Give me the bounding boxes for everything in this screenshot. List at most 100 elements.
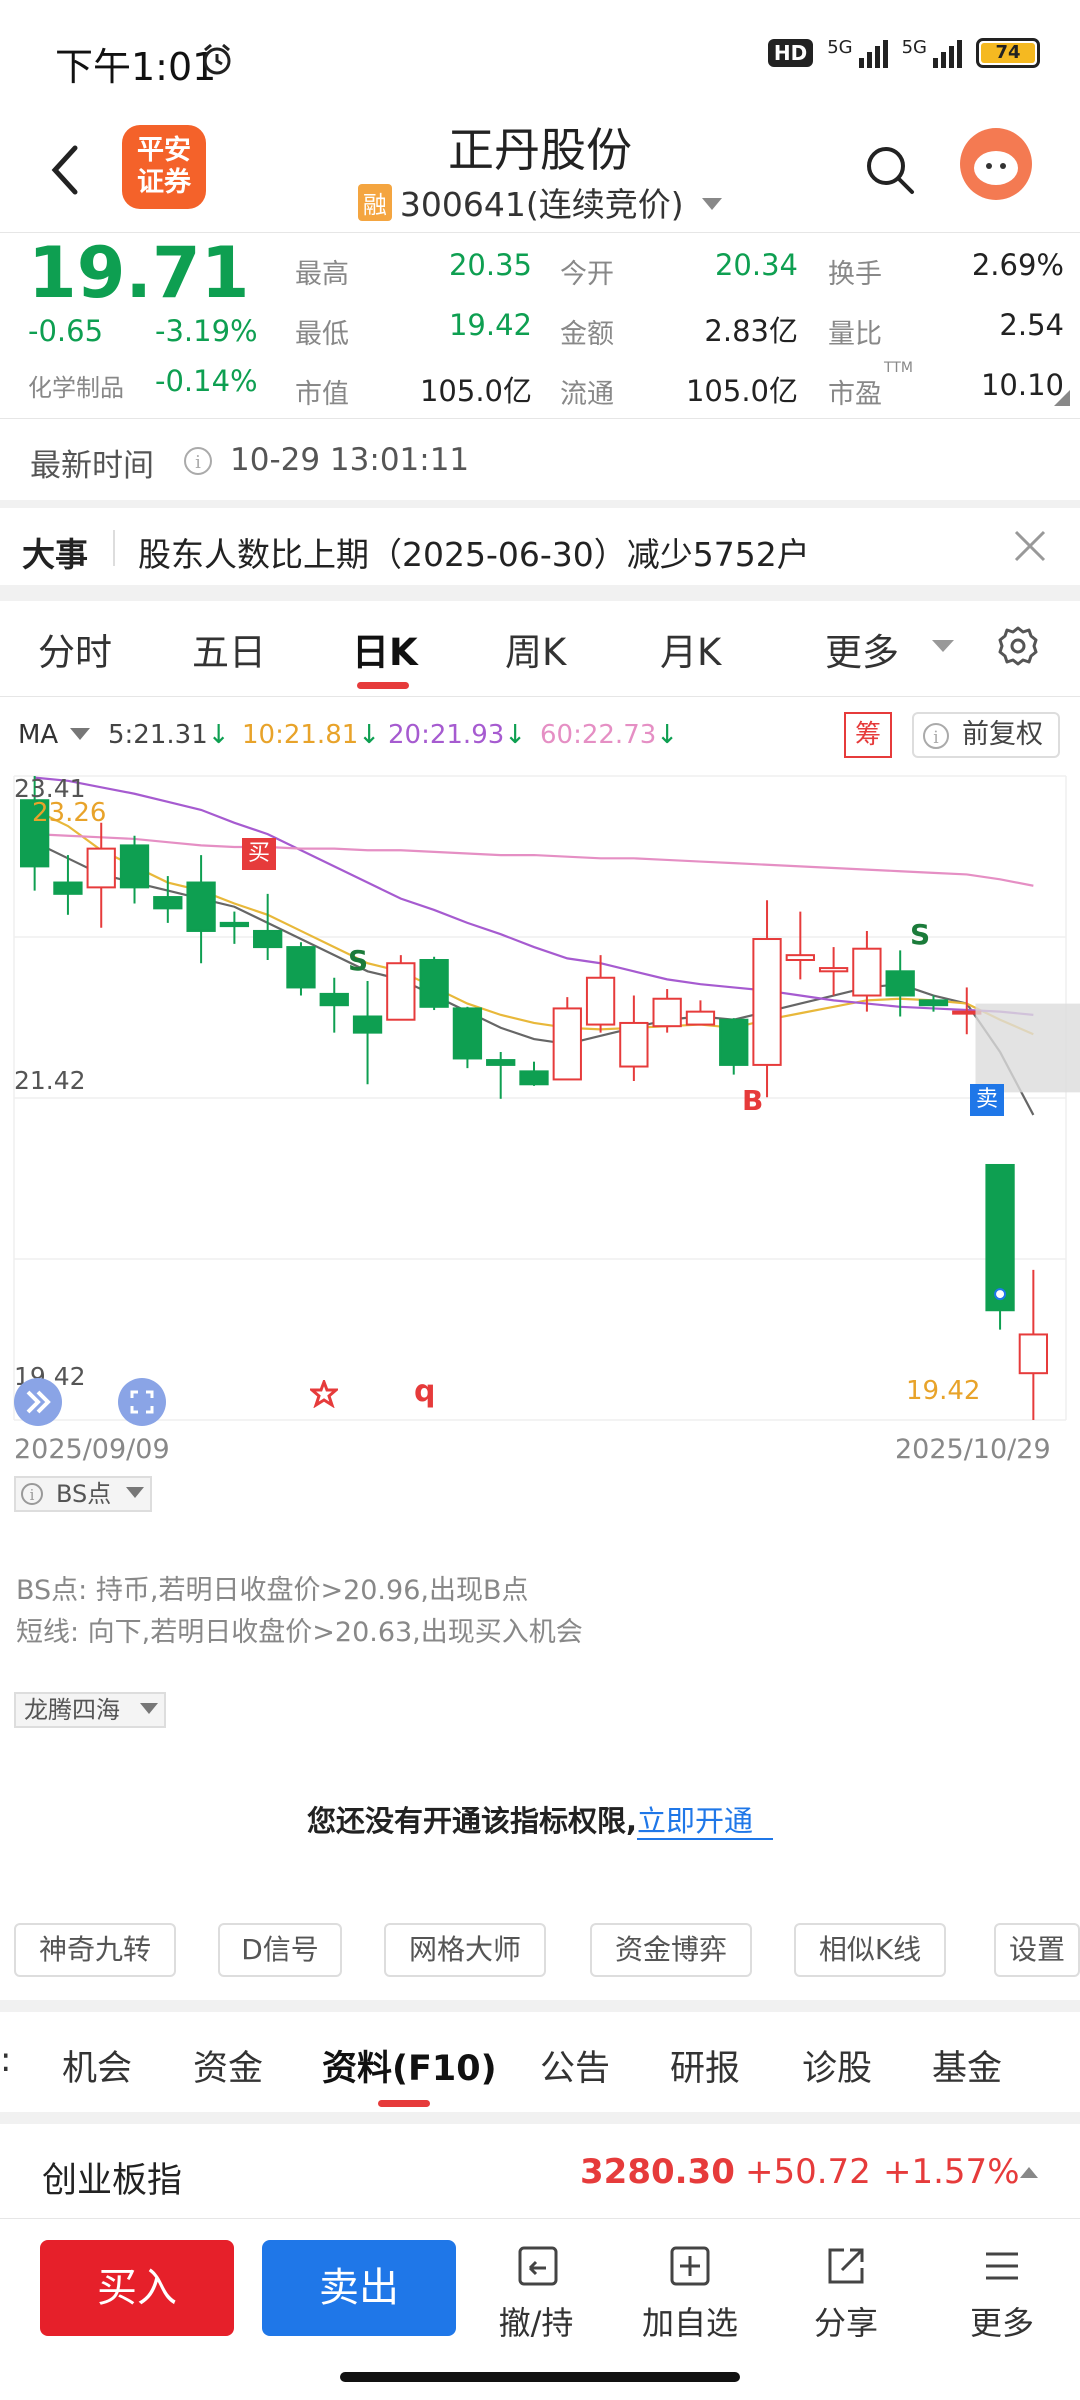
info-tab-partial[interactable]: : — [0, 2040, 11, 2080]
stock-code-row[interactable]: 融 300641(连续竞价) — [0, 178, 1080, 226]
info-tab-funds-holdings[interactable]: 基金 — [932, 2040, 1002, 2091]
share-label: 分享 — [813, 2304, 878, 2342]
share-icon — [828, 2248, 864, 2284]
candle — [752, 900, 782, 1098]
candle — [619, 995, 649, 1082]
star-marker-icon — [310, 1380, 338, 1408]
section-gap — [0, 2112, 1080, 2124]
stock-code: 300641 — [399, 185, 526, 224]
alarm-icon — [203, 43, 231, 75]
tab-intraday[interactable]: 分时 — [38, 622, 112, 676]
ma20-line — [34, 776, 1034, 1016]
sector-label[interactable]: 化学制品 — [28, 368, 124, 403]
candle — [386, 955, 416, 1021]
candle — [486, 1052, 516, 1099]
candle-body — [685, 1010, 716, 1026]
turnover-value: 2.69% — [971, 248, 1064, 282]
share-button[interactable]: 分享 — [796, 2244, 896, 2348]
home-indicator[interactable] — [340, 2372, 740, 2382]
chip-button[interactable]: 筹 — [844, 712, 892, 758]
margin-badge: 融 — [357, 184, 392, 221]
battery-level: 74 — [981, 43, 1035, 63]
avatar[interactable] — [960, 128, 1032, 200]
open-permission-link[interactable]: 立即开通 — [637, 1804, 774, 1840]
candle — [219, 911, 250, 944]
ma-label[interactable]: MA — [18, 720, 58, 750]
cancel-hold-label: 撤/持 — [498, 2304, 574, 2342]
cancel-order-icon — [518, 2246, 558, 2286]
kline-chart[interactable] — [0, 770, 1080, 1480]
open-value: 20.34 — [714, 248, 798, 282]
candle — [452, 1006, 483, 1069]
double-chevron-icon — [26, 1390, 51, 1414]
caret-up-icon[interactable] — [1020, 2166, 1038, 2178]
gear-icon[interactable] — [996, 624, 1040, 668]
candle — [552, 997, 582, 1081]
buy-signal-marker: 买 — [242, 838, 276, 870]
candle-body — [53, 881, 83, 895]
more-button[interactable]: 更多 — [952, 2244, 1052, 2348]
s-point-marker-2: S — [910, 918, 931, 951]
expand-corner-icon[interactable] — [1054, 390, 1070, 406]
signal-icon-2 — [933, 38, 962, 68]
sell-button[interactable]: 卖出 — [262, 2240, 456, 2336]
svg-text:i: i — [195, 452, 201, 473]
tool-button-nine-turn[interactable]: 神奇九转 — [14, 1923, 176, 1977]
info-tab-announcements[interactable]: 公告 — [540, 2040, 610, 2091]
candle-body — [186, 881, 216, 932]
candle — [652, 989, 682, 1033]
turnover-label: 换手 — [828, 259, 882, 290]
expand-left-button[interactable] — [14, 1378, 62, 1426]
index-value: 3280.30 — [580, 2152, 735, 2192]
fullscreen-button[interactable] — [118, 1378, 166, 1426]
info-tab-funds[interactable]: 资金 — [193, 2040, 263, 2091]
ma-dropdown-icon[interactable] — [70, 728, 90, 741]
menu-icon — [986, 2252, 1018, 2280]
candle-body — [785, 954, 815, 962]
info-tab-opportunity[interactable]: 机会 — [62, 2040, 132, 2091]
tool-button-fund-game[interactable]: 资金博弈 — [590, 1923, 752, 1977]
s-point-marker: S — [348, 944, 369, 977]
divider — [0, 418, 1080, 419]
candle-body — [352, 1015, 383, 1034]
sell-signal-marker: 卖 — [970, 1084, 1004, 1116]
svg-text:i: i — [933, 728, 939, 748]
ma10-value: 10:21.81↓ — [242, 720, 381, 750]
tool-button-settings[interactable]: 设置 — [994, 1923, 1080, 1977]
event-text[interactable]: 股东人数比上期（2025-06-30）减少5752户 — [138, 528, 810, 576]
info-tab-research[interactable]: 研报 — [670, 2040, 740, 2091]
event-divider — [113, 530, 115, 566]
info-icon[interactable]: i — [183, 446, 213, 476]
tool-button-similar-k[interactable]: 相似K线 — [794, 1923, 946, 1977]
candle — [119, 835, 150, 904]
tab-more[interactable]: 更多 — [825, 622, 899, 676]
close-icon[interactable] — [1012, 528, 1048, 564]
tab-weekly-k[interactable]: 周K — [505, 622, 566, 676]
tab-daily-k[interactable]: 日K — [352, 622, 418, 676]
q-marker: q — [414, 1374, 436, 1409]
candle-body — [219, 921, 250, 928]
cursor-dot — [994, 1288, 1007, 1301]
status-bar: 下午1:01 HD 5G 5G 74 — [0, 0, 1080, 110]
tool-button-grid-master[interactable]: 网格大师 — [384, 1923, 546, 1977]
mcap-label: 市值 — [295, 379, 349, 410]
cancel-hold-button[interactable]: 撤/持 — [486, 2244, 586, 2348]
sector-pct: -0.14% — [155, 364, 258, 398]
tab-five-day[interactable]: 五日 — [192, 622, 266, 676]
info-icon: i — [21, 1483, 43, 1505]
info-tab-diagnosis[interactable]: 诊股 — [802, 2040, 872, 2091]
dropdown-icon — [702, 198, 723, 210]
index-name[interactable]: 创业板指 — [42, 2152, 182, 2203]
b-point-marker: B — [742, 1084, 764, 1117]
float-value: 105.0亿 — [685, 374, 798, 408]
svg-text:i: i — [30, 1486, 35, 1504]
tab-monthly-k[interactable]: 月K — [660, 622, 721, 676]
active-tab-indicator — [357, 682, 409, 689]
buy-button[interactable]: 买入 — [40, 2240, 234, 2336]
search-icon[interactable] — [862, 142, 918, 198]
add-watchlist-button[interactable]: 加自选 — [632, 2244, 748, 2348]
tool-button-d-signal[interactable]: D信号 — [218, 1923, 342, 1977]
permission-text: 您还没有开通该指标权限, — [306, 1804, 637, 1838]
avatar-face-icon — [974, 151, 1018, 185]
info-tab-f10[interactable]: 资料(F10) — [322, 2040, 497, 2091]
